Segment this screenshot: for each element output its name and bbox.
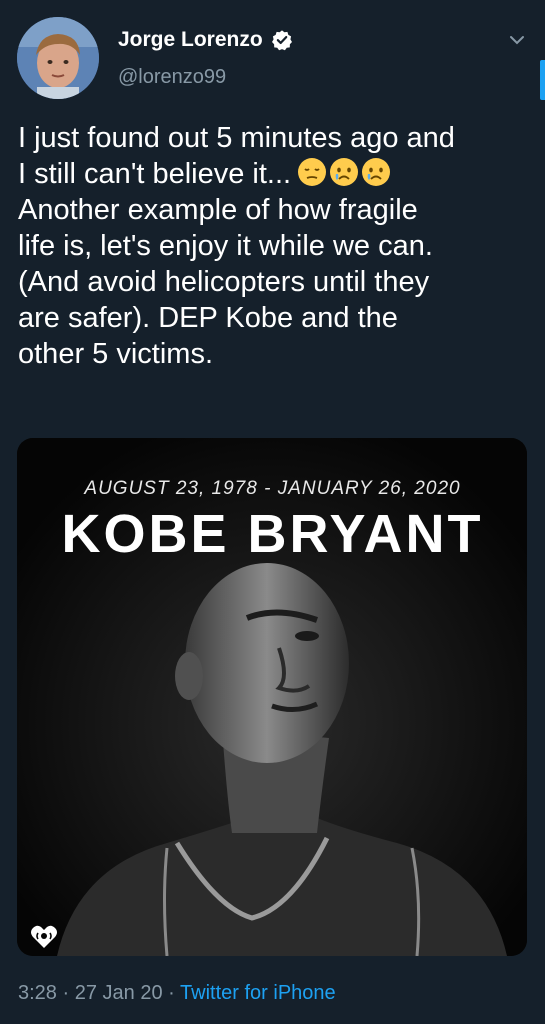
avatar[interactable]: [17, 17, 99, 99]
pensive-face-emoji-icon: [298, 158, 327, 186]
author-display-name[interactable]: Jorge Lorenzo: [118, 28, 263, 52]
media-title: KOBE BRYANT: [61, 504, 484, 564]
crying-face-emoji-icon: [330, 158, 359, 186]
tweet-date[interactable]: 27 Jan 20: [75, 982, 163, 1004]
emoji-group: [297, 157, 391, 187]
media-dates-caption: AUGUST 23, 1978 - JANUARY 26, 2020: [84, 478, 461, 499]
verified-badge-icon: [271, 30, 292, 51]
tweet-footer: 3:28 · 27 Jan 20 · Twitter for iPhone: [18, 982, 336, 1005]
footer-separator-2: ·: [168, 982, 175, 1004]
tweet-text-part2: Another example of how fragile life is, …: [18, 194, 433, 370]
author-name-row: Jorge Lorenzo: [118, 28, 293, 52]
chevron-down-icon[interactable]: [507, 30, 527, 50]
tweet-source-link[interactable]: Twitter for iPhone: [180, 982, 336, 1004]
tweet-text: I just found out 5 minutes ago and I sti…: [18, 120, 530, 372]
tweet-time[interactable]: 3:28: [18, 982, 57, 1004]
footer-separator: ·: [62, 982, 70, 1004]
author-handle[interactable]: @lorenzo99: [118, 66, 226, 89]
tweet-header: Jorge Lorenzo @lorenzo99: [0, 0, 545, 110]
iheart-logo-icon: [31, 925, 57, 948]
scroll-indicator: [540, 60, 545, 100]
avatar-image: [17, 17, 99, 99]
crying-face-emoji-icon-2: [362, 158, 391, 186]
